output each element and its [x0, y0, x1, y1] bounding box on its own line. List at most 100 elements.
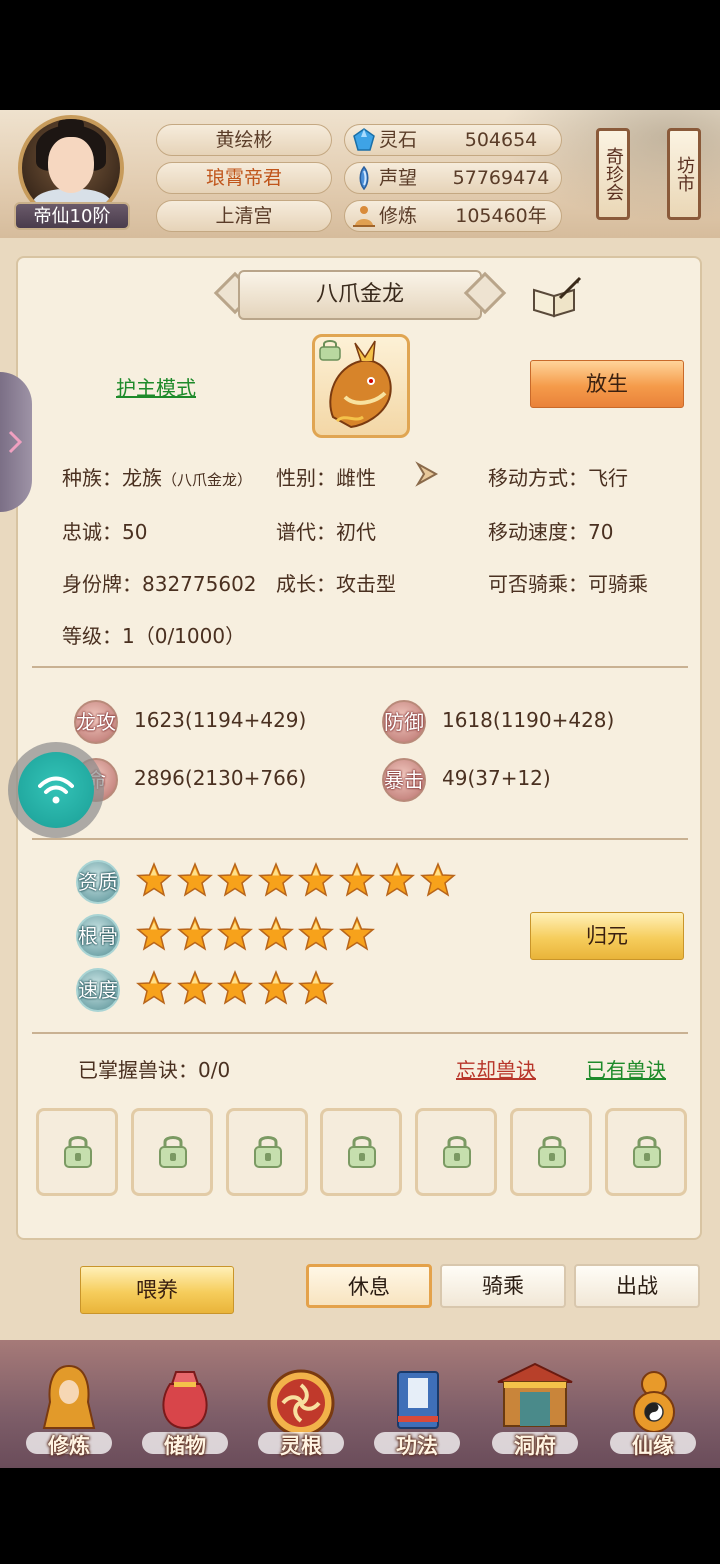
skill-slot[interactable]	[225, 1108, 308, 1196]
speed-stars	[136, 970, 476, 1010]
floating-assistant-button[interactable]	[8, 742, 104, 838]
section-divider	[32, 666, 688, 668]
rest-tab[interactable]: 休息	[306, 1264, 432, 1308]
star-icon	[298, 862, 334, 897]
pet-gender: 性别：雌性	[276, 466, 376, 490]
reset-button[interactable]: 归元	[530, 912, 684, 960]
technique-book-icon	[397, 1371, 439, 1429]
resource-value: 57769474	[452, 167, 550, 189]
nav-fate[interactable]: 仙缘	[598, 1340, 708, 1468]
ride-tab[interactable]: 骑乘	[440, 1264, 566, 1308]
pet-race: 种族：龙族（八爪金龙）	[62, 462, 252, 491]
floating-assistant-core	[18, 752, 94, 828]
star-icon	[217, 916, 253, 951]
defense-value: 1618(1190+428)	[442, 708, 615, 732]
bone-stars	[136, 916, 476, 956]
player-title: 琅霄帝君	[156, 162, 332, 194]
feed-button[interactable]: 喂养	[80, 1266, 234, 1314]
pet-rideable: 可否骑乘：可骑乘	[488, 572, 648, 596]
pet-level: 等级：1（0/1000）	[62, 624, 246, 648]
pet-generation: 谱代：初代	[276, 520, 376, 544]
aptitude-stars	[136, 862, 476, 902]
cave-mansion-icon	[497, 1362, 573, 1427]
nav-cultivate[interactable]: 修炼	[14, 1340, 124, 1468]
dragon-attack-value: 1623(1194+429)	[134, 708, 307, 732]
nav-storage[interactable]: 储物	[130, 1340, 240, 1468]
star-icon	[217, 970, 253, 1005]
spirit-root-icon	[267, 1369, 335, 1437]
arrow-right-icon[interactable]	[412, 458, 446, 490]
lock-icon	[348, 1136, 377, 1168]
race-value: 种族：龙族	[62, 466, 162, 490]
dragon-attack-badge: 龙攻	[74, 700, 118, 744]
resource-label: 灵石	[379, 129, 418, 151]
pet-move-type: 移动方式：飞行	[488, 466, 628, 490]
nav-cave[interactable]: 洞府	[480, 1340, 590, 1468]
skill-slot[interactable]	[320, 1108, 403, 1196]
defense-badge: 防御	[382, 700, 426, 744]
market-button[interactable]: 坊市	[667, 128, 701, 220]
nav-label: 修炼	[48, 1434, 90, 1458]
skill-slot[interactable]	[604, 1108, 687, 1196]
race-subtype: （八爪金龙）	[162, 471, 253, 489]
star-icon	[257, 916, 294, 951]
pet-name-plate: 八爪金龙	[213, 270, 507, 320]
skill-slot[interactable]	[36, 1108, 118, 1196]
resource-spirit-stone: 灵石 504654	[344, 124, 562, 156]
nav-label: 功法	[396, 1434, 438, 1458]
section-divider	[32, 838, 688, 840]
spirit-stone-icon	[353, 128, 375, 151]
lock-icon	[158, 1136, 187, 1168]
skills-mastered: 已掌握兽诀：0/0	[78, 1058, 231, 1082]
nav-spirit-root[interactable]: 灵根	[246, 1340, 356, 1468]
resource-label: 修炼	[379, 205, 418, 227]
storage-bag-icon	[162, 1371, 208, 1430]
battle-tab[interactable]: 出战	[574, 1264, 700, 1308]
speed-badge: 速度	[76, 968, 120, 1012]
skill-slots	[36, 1108, 688, 1200]
skill-slot[interactable]	[415, 1108, 498, 1196]
skill-slot[interactable]	[510, 1108, 592, 1196]
star-icon	[298, 970, 334, 1005]
resource-label: 声望	[379, 167, 418, 189]
star-icon	[176, 916, 213, 951]
crit-value: 49(37+12)	[442, 766, 551, 790]
wifi-icon	[38, 776, 74, 804]
owned-skills-link[interactable]: 已有兽诀	[586, 1054, 666, 1083]
player-sect: 上清宫	[156, 200, 332, 232]
rename-book-icon[interactable]	[530, 276, 582, 320]
star-icon	[257, 862, 294, 897]
treasure-pavilion-button[interactable]: 奇珍会	[596, 128, 630, 220]
aptitude-badge: 资质	[76, 860, 120, 904]
bone-badge: 根骨	[76, 914, 120, 958]
star-icon	[217, 862, 253, 897]
pet-portrait	[312, 334, 410, 438]
fate-gourd-icon	[633, 1371, 675, 1433]
release-button[interactable]: 放生	[530, 360, 684, 408]
lock-icon	[538, 1136, 566, 1168]
player-name: 黄绘彬	[156, 124, 332, 156]
resource-reputation: 声望 57769474	[344, 162, 562, 194]
guard-mode-link[interactable]: 护主模式	[116, 372, 196, 401]
chevron-right-icon	[8, 430, 23, 454]
resource-cultivation: 修炼 105460年	[344, 200, 562, 232]
star-icon	[419, 862, 456, 897]
skill-slot[interactable]	[130, 1108, 213, 1196]
side-drawer-tab[interactable]	[0, 372, 32, 512]
forget-skill-link[interactable]: 忘却兽诀	[456, 1054, 536, 1083]
resource-value: 504654	[464, 129, 538, 151]
star-icon	[338, 862, 375, 897]
avatar-bun	[58, 119, 84, 135]
reputation-icon	[359, 165, 369, 191]
pet-loyalty: 忠诚：50	[62, 520, 148, 544]
pet-growth: 成长：攻击型	[276, 572, 396, 596]
player-rank: 帝仙10阶	[14, 202, 130, 230]
star-icon	[136, 862, 172, 897]
nav-label: 灵根	[280, 1434, 322, 1458]
nav-label: 仙缘	[632, 1434, 674, 1458]
avatar-face	[48, 137, 94, 193]
nav-label: 储物	[164, 1434, 206, 1458]
nav-technique[interactable]: 功法	[362, 1340, 472, 1468]
star-icon	[136, 916, 172, 951]
health-value: 2896(2130+766)	[134, 766, 307, 790]
